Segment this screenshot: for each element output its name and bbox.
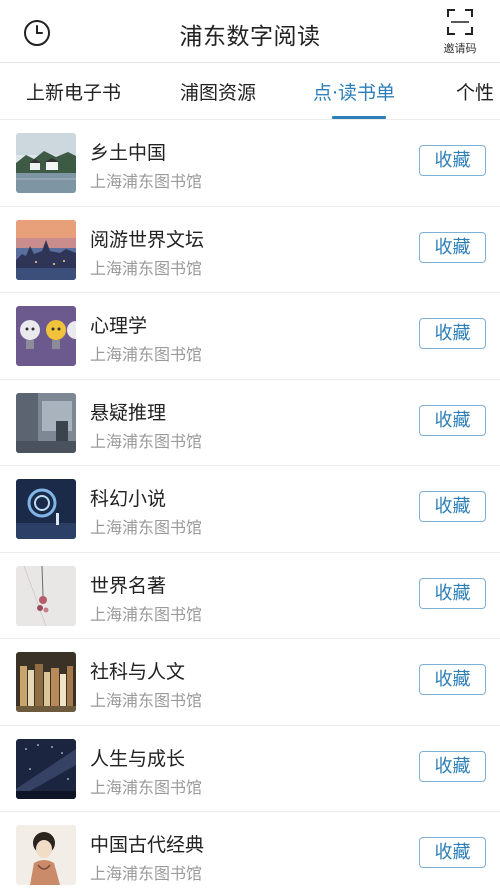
favorite-button[interactable]: 收藏	[419, 231, 486, 263]
favorite-button[interactable]: 收藏	[419, 491, 486, 522]
scan-frame-icon	[447, 9, 473, 35]
list-item-subtitle: 上海浦东图书馆	[90, 864, 203, 883]
list-item-title: 乡土中国	[90, 142, 167, 164]
list-item-subtitle: 上海浦东图书馆	[90, 691, 203, 710]
cover-thumbnail	[16, 565, 76, 626]
cover-thumbnail	[16, 738, 76, 799]
cover-thumbnail	[16, 133, 76, 193]
list-item-title: 人生与成长	[90, 747, 186, 770]
list-item[interactable]: 社科与人文 上海浦东图书馆 收藏	[0, 639, 500, 726]
list-item[interactable]: 乡土中国 上海浦东图书馆 收藏	[0, 120, 500, 207]
list-item-title: 中国古代经典	[90, 834, 205, 856]
list-item-subtitle: 上海浦东图书馆	[90, 777, 203, 797]
favorite-button[interactable]: 收藏	[419, 750, 486, 782]
favorite-button[interactable]: 收藏	[419, 577, 486, 609]
list-item-title: 科幻小说	[90, 488, 167, 510]
cover-thumbnail	[16, 306, 76, 366]
list-item[interactable]: 科幻小说 上海浦东图书馆 收藏	[0, 466, 500, 553]
list-item-title: 世界名著	[90, 574, 167, 597]
tab-new-ebooks[interactable]: 上新电子书	[26, 78, 121, 105]
cover-thumbnail	[16, 479, 76, 539]
page-title: 浦东数字阅读	[179, 24, 321, 50]
cover-thumbnail	[16, 825, 76, 885]
tab-library-resources[interactable]: 浦图资源	[180, 78, 256, 105]
favorite-button[interactable]: 收藏	[419, 404, 486, 436]
invite-code-label: 邀请码	[443, 42, 477, 55]
favorite-button[interactable]: 收藏	[419, 145, 486, 176]
list-item-title: 心理学	[90, 315, 148, 337]
list-item[interactable]: 心理学 上海浦东图书馆 收藏	[0, 293, 500, 380]
list-item-subtitle: 上海浦东图书馆	[90, 604, 203, 624]
favorite-button[interactable]: 收藏	[419, 837, 486, 868]
list-item-title: 社科与人文	[90, 661, 186, 683]
list-item[interactable]: 人生与成长 上海浦东图书馆 收藏	[0, 726, 500, 812]
list-item-subtitle: 上海浦东图书馆	[90, 172, 203, 191]
list-item-title: 阅游世界文坛	[90, 228, 205, 251]
list-item-subtitle: 上海浦东图书馆	[90, 345, 203, 364]
favorite-button[interactable]: 收藏	[419, 318, 486, 349]
cover-thumbnail	[16, 392, 76, 453]
category-tabs: 上新电子书 浦图资源 点·读书单 个性	[0, 63, 500, 119]
reading-list: 乡土中国 上海浦东图书馆 收藏 阅游世界文坛 上海浦东图书馆 收藏 心理学 上海…	[0, 120, 500, 888]
invite-code-button[interactable]: 邀请码	[438, 8, 482, 58]
list-item-title: 悬疑推理	[90, 401, 167, 424]
list-item-subtitle: 上海浦东图书馆	[90, 431, 203, 451]
cover-thumbnail	[16, 652, 76, 712]
app-header: 浦东数字阅读 邀请码	[0, 0, 500, 62]
list-item[interactable]: 中国古代经典 上海浦东图书馆 收藏	[0, 812, 500, 888]
list-item[interactable]: 阅游世界文坛 上海浦东图书馆 收藏	[0, 207, 500, 293]
tab-reading-lists[interactable]: 点·读书单	[313, 78, 395, 105]
list-item-subtitle: 上海浦东图书馆	[90, 518, 203, 537]
list-item[interactable]: 悬疑推理 上海浦东图书馆 收藏	[0, 380, 500, 466]
list-item-subtitle: 上海浦东图书馆	[90, 258, 203, 278]
tab-personalized[interactable]: 个性	[456, 78, 494, 105]
cover-thumbnail	[16, 219, 76, 280]
list-item[interactable]: 世界名著 上海浦东图书馆 收藏	[0, 553, 500, 639]
favorite-button[interactable]: 收藏	[419, 664, 486, 695]
